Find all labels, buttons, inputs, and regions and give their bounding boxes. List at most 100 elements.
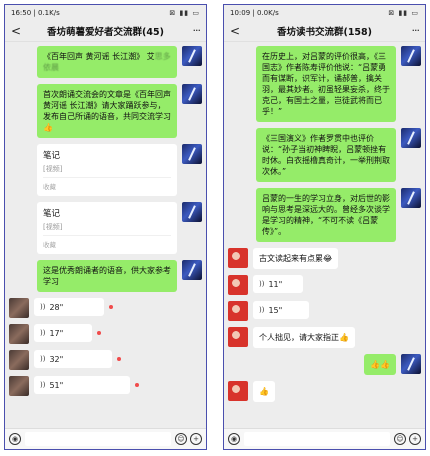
unread-dot <box>117 357 121 361</box>
note-card-title: 笔记 <box>43 151 61 161</box>
voice-wave-icon: )) <box>40 355 46 363</box>
member-avatar[interactable] <box>9 324 29 344</box>
self-avatar[interactable] <box>401 128 421 148</box>
text-message[interactable]: 《百年回声 黄河谣 长江潮》 艾思多依晨 <box>37 46 177 78</box>
back-arrow-icon[interactable]: < <box>11 24 25 38</box>
message-row: 在历史上，对吕蒙的评价很高，《三国志》作者陈寿评价他说：“吕蒙勇而有谋断，识军计… <box>228 46 421 122</box>
text-message[interactable]: 《三国演义》作者罗贯中也评价说：“孙子当初神睥睨，吕蒙顿挫有时休。白衣摇橹真奇计… <box>256 128 396 182</box>
status-time: 16:50 | 0.1K/s <box>11 8 60 17</box>
back-arrow-icon[interactable]: < <box>230 24 244 38</box>
message-row: )) 51" <box>9 376 202 396</box>
status-time: 10:09 | 0.0K/s <box>230 8 279 17</box>
more-options-icon[interactable]: ··· <box>405 24 421 37</box>
message-row: 👍👍 <box>228 354 421 375</box>
unread-dot <box>97 331 101 335</box>
text-message[interactable]: 古文读起来有点累😂 <box>253 248 339 269</box>
self-avatar[interactable] <box>182 144 202 164</box>
note-card-source: 收藏 <box>43 235 171 249</box>
voice-duration: 15" <box>268 305 283 315</box>
emoji-icon[interactable]: ☺ <box>175 433 187 445</box>
voice-wave-icon: )) <box>40 303 46 311</box>
voice-duration: 28" <box>49 302 64 312</box>
self-avatar[interactable] <box>401 354 421 374</box>
message-row: 吕蒙的一生的学习立身，对后世的影响与思考是深远大的。曾经多次谈学是学习的精神，“… <box>228 188 421 242</box>
message-row: )) 28" <box>9 298 202 318</box>
message-list: 《百年回声 黄河谣 长江潮》 艾思多依晨 首次朗诵交流会的文章是《百年回声 黄河… <box>5 42 206 428</box>
note-card-type: [视频] <box>43 223 63 231</box>
plus-icon[interactable]: + <box>409 433 421 445</box>
text-message[interactable]: 这是优秀朗诵者的语音，供大家参考学习 <box>37 260 177 292</box>
input-bar: ◉ ☺ + <box>224 428 425 449</box>
text-message[interactable]: 吕蒙的一生的学习立身，对后世的影响与思考是深远大的。曾经多次谈学是学习的精神，“… <box>256 188 396 242</box>
unread-dot <box>109 305 113 309</box>
message-row: 古文读起来有点累😂 <box>228 248 421 269</box>
member-avatar[interactable] <box>228 381 248 401</box>
voice-message[interactable]: )) 11" <box>253 275 303 293</box>
left-chat-screen: 16:50 | 0.1K/s ⊠ ▮▮ ▭ < 香坊萌薯爱好者交流群(45) ·… <box>4 4 207 450</box>
voice-input-icon[interactable]: ◉ <box>9 433 21 445</box>
note-card-source: 收藏 <box>43 177 171 191</box>
message-row: 笔记 [视频] 收藏 <box>9 144 202 196</box>
member-avatar[interactable] <box>228 248 248 268</box>
self-avatar[interactable] <box>182 202 202 222</box>
self-avatar[interactable] <box>401 46 421 66</box>
chat-header: < 香坊萌薯爱好者交流群(45) ··· <box>5 20 206 42</box>
message-row: )) 17" <box>9 324 202 344</box>
message-row: 笔记 [视频] 收藏 <box>9 202 202 254</box>
voice-duration: 51" <box>49 380 64 390</box>
voice-input-icon[interactable]: ◉ <box>228 433 240 445</box>
message-input[interactable] <box>25 432 171 446</box>
member-avatar[interactable] <box>9 376 29 396</box>
text-message[interactable]: 👍👍 <box>364 354 396 375</box>
voice-wave-icon: )) <box>259 306 265 314</box>
member-avatar[interactable] <box>228 301 248 321</box>
message-list: 在历史上，对吕蒙的评价很高，《三国志》作者陈寿评价他说：“吕蒙勇而有谋断，识军计… <box>224 42 425 428</box>
self-avatar[interactable] <box>182 46 202 66</box>
member-avatar[interactable] <box>9 298 29 318</box>
input-bar: ◉ ☺ + <box>5 428 206 449</box>
self-avatar[interactable] <box>182 260 202 280</box>
message-row: 《百年回声 黄河谣 长江潮》 艾思多依晨 <box>9 46 202 78</box>
text-message[interactable]: 首次朗诵交流会的文章是《百年回声 黄河谣 长江潮》请大家踊跃参与，发布自己所诵的… <box>37 84 177 138</box>
note-card[interactable]: 笔记 [视频] 收藏 <box>37 202 177 254</box>
message-row: )) 11" <box>228 275 421 295</box>
text-message[interactable]: 在历史上，对吕蒙的评价很高，《三国志》作者陈寿评价他说：“吕蒙勇而有谋断，识军计… <box>256 46 396 122</box>
voice-message[interactable]: )) 32" <box>34 350 112 368</box>
plus-icon[interactable]: + <box>190 433 202 445</box>
status-bar: 10:09 | 0.0K/s ⊠ ▮▮ ▭ <box>224 5 425 20</box>
voice-duration: 32" <box>49 354 64 364</box>
message-row: 《三国演义》作者罗贯中也评价说：“孙子当初神睥睨，吕蒙顿挫有时休。白衣摇橹真奇计… <box>228 128 421 182</box>
voice-duration: 17" <box>49 328 64 338</box>
note-card-type: [视频] <box>43 165 63 173</box>
message-row: )) 15" <box>228 301 421 321</box>
message-row: 个人拙见，请大家指正👍 <box>228 327 421 348</box>
voice-message[interactable]: )) 28" <box>34 298 104 316</box>
self-avatar[interactable] <box>401 188 421 208</box>
right-chat-screen: 10:09 | 0.0K/s ⊠ ▮▮ ▭ < 香坊读书交流群(158) ···… <box>223 4 426 450</box>
message-row: 这是优秀朗诵者的语音，供大家参考学习 <box>9 260 202 292</box>
chat-title: 香坊读书交流群(158) <box>276 26 372 38</box>
unread-dot <box>135 383 139 387</box>
member-avatar[interactable] <box>228 275 248 295</box>
more-options-icon[interactable]: ··· <box>186 24 202 37</box>
voice-message[interactable]: )) 15" <box>253 301 309 319</box>
status-icons: ⊠ ▮▮ ▭ <box>169 8 200 17</box>
chat-header: < 香坊读书交流群(158) ··· <box>224 20 425 42</box>
text-message[interactable]: 👍 <box>253 381 275 402</box>
message-row: 👍 <box>228 381 421 402</box>
member-avatar[interactable] <box>228 327 248 347</box>
chat-title: 香坊萌薯爱好者交流群(45) <box>47 26 164 38</box>
voice-message[interactable]: )) 17" <box>34 324 92 342</box>
message-row: 首次朗诵交流会的文章是《百年回声 黄河谣 长江潮》请大家踊跃参与，发布自己所诵的… <box>9 84 202 138</box>
message-row: )) 32" <box>9 350 202 370</box>
voice-wave-icon: )) <box>40 329 46 337</box>
voice-message[interactable]: )) 51" <box>34 376 130 394</box>
self-avatar[interactable] <box>182 84 202 104</box>
text-message[interactable]: 个人拙见，请大家指正👍 <box>253 327 355 348</box>
message-input[interactable] <box>244 432 390 446</box>
voice-wave-icon: )) <box>259 280 265 288</box>
note-card[interactable]: 笔记 [视频] 收藏 <box>37 144 177 196</box>
emoji-icon[interactable]: ☺ <box>394 433 406 445</box>
note-card-title: 笔记 <box>43 209 61 219</box>
member-avatar[interactable] <box>9 350 29 370</box>
